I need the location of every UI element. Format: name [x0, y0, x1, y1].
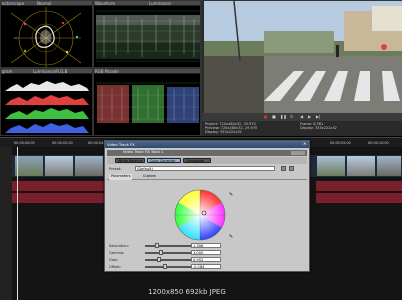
stop-icon[interactable]: ■: [272, 115, 276, 119]
video-preview-frame: [204, 1, 402, 113]
waveform-label: Waveform: [95, 0, 116, 6]
vectorscope-mode[interactable]: Normal: [37, 1, 51, 6]
fx-chain-target: Track 1: [151, 150, 164, 154]
waveform-graph: [96, 10, 200, 62]
tab-parameters[interactable]: Parameters: [109, 174, 133, 180]
video-track-fx-dialog: Video Track FX ✕ Video Track FX: Track 1…: [104, 140, 310, 272]
preset-save-icon[interactable]: [281, 166, 286, 171]
timecode-0: 00:00:00:00: [14, 141, 35, 145]
audio-track-4[interactable]: [316, 193, 402, 203]
dialog-titlebar[interactable]: Video Track FX ✕: [105, 141, 309, 148]
gamma-slider[interactable]: [145, 252, 191, 254]
offset-field[interactable]: -0.184: [191, 264, 221, 269]
next-frame-icon[interactable]: ▶: [308, 115, 311, 119]
watermark-text: 1200x850 692kb JPEG: [148, 288, 226, 296]
saturation-slider[interactable]: [145, 245, 191, 247]
histogram-graph: [5, 81, 89, 133]
play-icon[interactable]: ●: [264, 115, 268, 119]
histogram-header: gram Luminance/R,G,B: [1, 69, 92, 74]
close-icon[interactable]: ✕: [303, 142, 306, 146]
gamma-field[interactable]: 1.000: [191, 250, 221, 255]
color-wheel[interactable]: [173, 188, 227, 242]
param-label-offset: Offset:: [109, 265, 122, 269]
timecode-3: 00:00:05:00: [330, 141, 351, 145]
offset-slider-knob[interactable]: [163, 264, 167, 269]
plugin-chain: White Balance Color Corrector Composite: [107, 157, 307, 164]
eyedropper-icon-top[interactable]: ✎: [229, 193, 233, 198]
saturation-slider-knob[interactable]: [155, 243, 159, 248]
waveform-panel: Waveform Luminance: [93, 0, 201, 68]
audio-track-2[interactable]: [12, 193, 104, 203]
rgb-parade-header: RGB Parade: [94, 69, 200, 74]
dialog-title: Video Track FX: [107, 141, 135, 147]
gain-field[interactable]: 0.952: [191, 257, 221, 262]
vectorscope-header: ectorscope Normal: [1, 1, 92, 6]
video-clip-3[interactable]: [74, 155, 104, 177]
fx-chain-label: Video Track FX:: [123, 150, 151, 154]
fx-chain-bar: Video Track FX: Track 1: [107, 150, 307, 156]
eyedropper-icon-bottom[interactable]: ✎: [229, 235, 233, 240]
param-label-gamma: Gamma:: [109, 251, 125, 255]
info-display-2: Display: 333x222x32: [300, 126, 337, 130]
gain-slider-knob[interactable]: [157, 257, 161, 262]
vectorscope-label: ectorscope: [2, 0, 25, 6]
tab-custom[interactable]: Custom: [141, 174, 158, 180]
info-display: Display: 333x222x32: [205, 130, 242, 134]
video-clip-5[interactable]: [346, 155, 376, 177]
plugin-color-corrector[interactable]: Color Corrector: [147, 158, 181, 163]
timecode-4: 00:00:10:00: [368, 141, 389, 145]
gain-slider[interactable]: [145, 259, 191, 261]
video-clip-6[interactable]: [376, 155, 402, 177]
preset-label: Preset:: [109, 167, 122, 171]
prev-frame-icon[interactable]: ◀: [300, 115, 303, 119]
rgb-parade-panel: RGB Parade: [93, 68, 201, 136]
histogram-mode[interactable]: Luminance/R,G,B: [33, 69, 67, 74]
preset-select[interactable]: (Default): [135, 166, 275, 171]
timecode-1: 00:00:02:00: [52, 141, 73, 145]
histogram-panel: gram Luminance/R,G,B: [0, 68, 93, 136]
gamma-slider-knob[interactable]: [159, 250, 163, 255]
track-header: [0, 147, 12, 300]
chain-buttons-icon[interactable]: [291, 151, 305, 155]
waveform-mode[interactable]: Luminance: [149, 1, 171, 6]
waveform-header: Waveform Luminance: [94, 1, 200, 6]
tab-strip: Parameters Custom: [107, 174, 307, 180]
video-clip-4[interactable]: [316, 155, 346, 177]
preset-delete-icon[interactable]: [289, 166, 294, 171]
preview-info: Project: 720x480x32, 29.970 Preview: 720…: [202, 122, 402, 136]
plugin-white-balance[interactable]: White Balance: [115, 158, 145, 163]
video-clip-2[interactable]: [44, 155, 74, 177]
audio-track-3[interactable]: [316, 181, 402, 191]
histogram-label: gram: [2, 68, 13, 74]
rgb-parade-graph: [96, 82, 200, 123]
preview-panel: ● ■ ❚❚ ↻ ◀ ▶ ▶| Project: 720x480x32, 29.…: [201, 0, 402, 136]
video-clip-1[interactable]: [14, 155, 44, 177]
end-icon[interactable]: ▶|: [316, 115, 320, 119]
rgb-parade-label: RGB Parade: [95, 68, 119, 74]
loop-icon[interactable]: ↻: [290, 115, 293, 119]
offset-slider[interactable]: [145, 266, 191, 268]
pause-icon[interactable]: ❚❚: [280, 115, 287, 119]
param-label-gain: Gain:: [109, 258, 119, 262]
transport-bar: ● ■ ❚❚ ↻ ◀ ▶ ▶|: [202, 113, 402, 121]
playhead[interactable]: [17, 147, 18, 300]
plugin-composite[interactable]: Composite: [183, 158, 211, 163]
vectorscope-graph: [10, 7, 82, 69]
audio-track-1[interactable]: [12, 181, 104, 191]
param-label-saturation: Saturation:: [109, 244, 129, 248]
vectorscope-panel: ectorscope Normal: [0, 0, 93, 69]
saturation-field[interactable]: 1.306: [191, 243, 221, 248]
